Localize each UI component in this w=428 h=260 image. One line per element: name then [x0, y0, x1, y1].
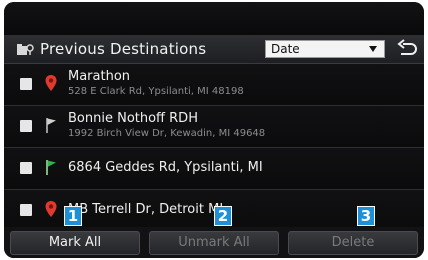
- callout-marker: 1: [64, 206, 82, 226]
- back-arrow-icon[interactable]: [395, 39, 419, 59]
- page-title: Previous Destinations: [40, 40, 207, 58]
- action-bar: Mark All Unmark All Delete: [4, 227, 424, 258]
- select-checkbox[interactable]: [20, 120, 32, 132]
- select-checkbox[interactable]: [20, 78, 32, 90]
- list-item[interactable]: Marathon 528 E Clark Rd, Ypsilanti, MI 4…: [4, 64, 424, 106]
- destination-address: 1992 Birch View Dr, Kewadin, MI 49648: [68, 128, 266, 139]
- select-checkbox[interactable]: [20, 162, 32, 174]
- callout-marker: 2: [214, 206, 232, 226]
- list-item[interactable]: Bonnie Nothoff RDH 1992 Birch View Dr, K…: [4, 106, 424, 148]
- destination-address: 528 E Clark Rd, Ypsilanti, MI 48198: [68, 86, 244, 97]
- flag-icon: [46, 160, 56, 175]
- destination-name: MB Terrell Dr, Detroit MI: [68, 202, 224, 217]
- map-pin-icon: [45, 201, 57, 217]
- select-checkbox[interactable]: [20, 204, 32, 216]
- list-item[interactable]: 6864 Geddes Rd, Ypsilanti, MI: [4, 148, 424, 190]
- destinations-list-icon: [17, 44, 34, 55]
- delete-button[interactable]: Delete: [288, 231, 418, 255]
- status-bar: [4, 2, 424, 35]
- destination-name: 6864 Geddes Rd, Ypsilanti, MI: [68, 160, 263, 175]
- navigation-screen: Previous Destinations Date Marathon 528 …: [4, 2, 424, 258]
- sort-dropdown-value: Date: [271, 42, 300, 56]
- callout-marker: 3: [357, 206, 375, 226]
- sort-dropdown[interactable]: Date: [265, 40, 385, 58]
- flag-icon: [46, 118, 56, 133]
- chevron-down-icon: [369, 46, 377, 52]
- header-bar: Previous Destinations Date: [4, 35, 424, 64]
- unmark-all-button[interactable]: Unmark All: [149, 231, 279, 255]
- mark-all-button[interactable]: Mark All: [10, 231, 140, 255]
- destination-name: Bonnie Nothoff RDH: [68, 111, 198, 126]
- destination-name: Marathon: [68, 69, 131, 84]
- map-pin-icon: [45, 75, 57, 91]
